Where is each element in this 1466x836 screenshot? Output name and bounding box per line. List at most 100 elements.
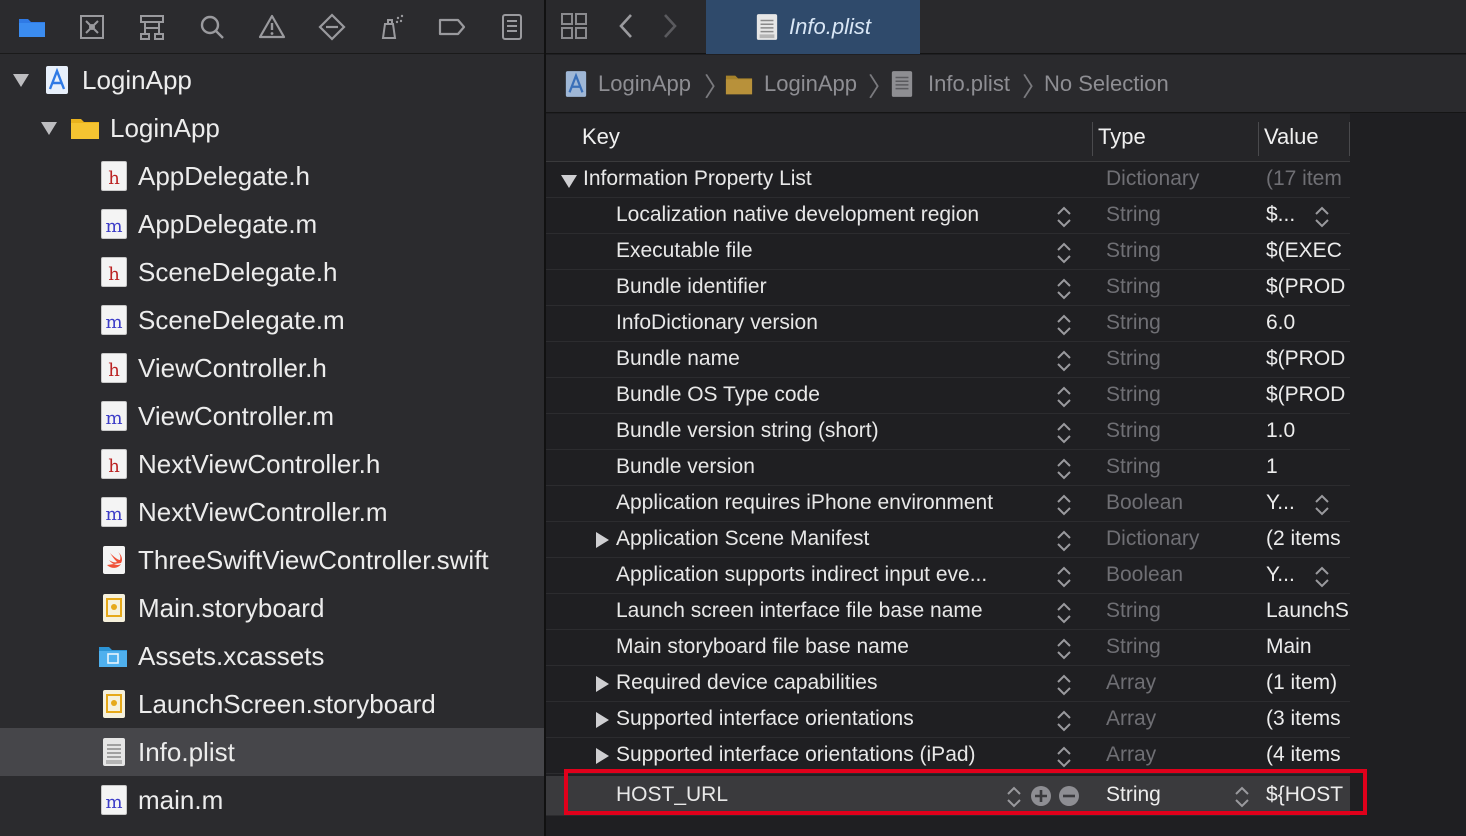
tree-item-file[interactable]: m main.m [0, 776, 544, 824]
table-row[interactable]: Bundle OS Type code String $(PROD [546, 378, 1350, 414]
column-divider[interactable] [1349, 122, 1350, 156]
disclosure-triangle-icon[interactable] [594, 747, 610, 765]
row-value[interactable]: $(PROD [1266, 382, 1350, 408]
tree-item-file[interactable]: m SceneDelegate.m [0, 296, 544, 344]
tab-info-plist[interactable]: Info.plist [706, 0, 920, 54]
table-row[interactable]: Launch screen interface file base name St… [546, 594, 1350, 630]
breakpoint-tag-icon[interactable] [434, 9, 470, 45]
key-stepper-icon[interactable] [1054, 240, 1074, 266]
tree-item-file-selected[interactable]: Info.plist [0, 728, 544, 776]
tree-item-file[interactable]: h ViewController.h [0, 344, 544, 392]
tree-item-file[interactable]: h AppDelegate.h [0, 152, 544, 200]
key-stepper-icon[interactable] [1054, 276, 1074, 302]
tree-item-label: NextViewController.m [138, 497, 388, 527]
row-value[interactable]: (2 items [1266, 526, 1350, 552]
value-stepper-icon[interactable] [1312, 564, 1332, 590]
related-items-grid-icon[interactable] [558, 10, 590, 42]
key-stepper-icon[interactable] [1054, 492, 1074, 518]
row-value[interactable]: (4 items [1266, 742, 1350, 768]
tree-item-group[interactable]: LoginApp [0, 104, 544, 152]
disclosure-triangle-icon[interactable] [594, 531, 610, 549]
table-row[interactable]: Bundle name String $(PROD [546, 342, 1350, 378]
table-row[interactable]: Application requires iPhone environment B… [546, 486, 1350, 522]
search-icon[interactable] [194, 9, 230, 45]
report-list-icon[interactable] [494, 9, 530, 45]
row-value[interactable]: LaunchS [1266, 598, 1350, 624]
value-stepper-icon[interactable] [1312, 204, 1332, 230]
tree-item-file[interactable]: h NextViewController.h [0, 440, 544, 488]
key-stepper-icon[interactable] [1054, 312, 1074, 338]
row-value[interactable]: Y... [1266, 562, 1350, 588]
key-stepper-icon[interactable] [1054, 600, 1074, 626]
key-stepper-icon[interactable] [1054, 204, 1074, 230]
key-stepper-icon[interactable] [1054, 708, 1074, 734]
tree-item-file[interactable]: m AppDelegate.m [0, 200, 544, 248]
table-row[interactable]: Supported interface orientations Array (3 … [546, 702, 1350, 738]
key-stepper-icon[interactable] [1054, 636, 1074, 662]
breadcrumb-selection[interactable]: No Selection [1044, 69, 1169, 99]
row-value[interactable]: Y... [1266, 490, 1350, 516]
table-row[interactable]: Localization native development region St… [546, 198, 1350, 234]
row-value[interactable]: $... [1266, 202, 1350, 228]
disclosure-triangle-icon[interactable] [594, 711, 610, 729]
disclosure-triangle-icon[interactable] [12, 71, 30, 89]
tree-item-file[interactable]: Assets.xcassets [0, 632, 544, 680]
test-diamond-icon[interactable] [314, 9, 350, 45]
disclosure-triangle-icon[interactable] [40, 119, 58, 137]
table-row[interactable]: Bundle identifier String $(PROD [546, 270, 1350, 306]
key-stepper-icon[interactable] [1054, 348, 1074, 374]
key-stepper-icon[interactable] [1054, 564, 1074, 590]
disclosure-triangle-icon[interactable] [560, 173, 578, 189]
table-row[interactable]: Main storyboard file base name String Main [546, 630, 1350, 666]
column-divider[interactable] [1092, 122, 1093, 156]
value-stepper-icon[interactable] [1312, 492, 1332, 518]
warning-icon[interactable] [254, 9, 290, 45]
key-stepper-icon[interactable] [1054, 456, 1074, 482]
source-control-icon[interactable] [74, 9, 110, 45]
tree-item-file[interactable]: h SceneDelegate.h [0, 248, 544, 296]
tree-item-file[interactable]: Main.storyboard [0, 584, 544, 632]
forward-chevron-icon[interactable] [658, 10, 682, 42]
row-value[interactable]: $(EXEC [1266, 238, 1350, 264]
tree-item-label: NextViewController.h [138, 449, 381, 479]
row-value[interactable]: $(PROD [1266, 346, 1350, 372]
table-row[interactable]: Bundle version String 1 [546, 450, 1350, 486]
debug-spray-icon[interactable] [374, 9, 410, 45]
key-stepper-icon[interactable] [1054, 420, 1074, 446]
key-stepper-icon[interactable] [1054, 672, 1074, 698]
tree-item-file[interactable]: LaunchScreen.storyboard [0, 680, 544, 728]
hierarchy-icon[interactable] [134, 9, 170, 45]
row-value[interactable]: (1 item) [1266, 670, 1350, 696]
table-row[interactable]: InfoDictionary version String 6.0 [546, 306, 1350, 342]
tree-item-file[interactable]: m ViewController.m [0, 392, 544, 440]
tree-item-file[interactable]: ThreeSwiftViewController.swift [0, 536, 544, 584]
breadcrumb-group[interactable]: LoginApp [724, 69, 857, 99]
breadcrumb-file[interactable]: Info.plist [890, 69, 1010, 99]
key-stepper-icon[interactable] [1054, 744, 1074, 770]
table-row[interactable]: Application supports indirect input eve.… [546, 558, 1350, 594]
column-header-type[interactable]: Type [1098, 124, 1146, 150]
table-row[interactable]: Executable file String $(EXEC [546, 234, 1350, 270]
breadcrumb-project[interactable]: LoginApp [564, 69, 691, 99]
row-value[interactable]: 1 [1266, 454, 1350, 480]
key-stepper-icon[interactable] [1054, 528, 1074, 554]
table-row[interactable]: Application Scene Manifest Dictionary (2 i… [546, 522, 1350, 558]
column-header-value[interactable]: Value [1264, 124, 1319, 150]
column-divider[interactable] [1258, 122, 1259, 156]
key-stepper-icon[interactable] [1054, 384, 1074, 410]
row-value[interactable]: 1.0 [1266, 418, 1350, 444]
row-key: Bundle OS Type code [616, 383, 820, 406]
table-row-root[interactable]: Information Property List Dictionary (17… [546, 162, 1350, 198]
back-chevron-icon[interactable] [614, 10, 638, 42]
row-value[interactable]: $(PROD [1266, 274, 1350, 300]
row-value[interactable]: 6.0 [1266, 310, 1350, 336]
tree-item-project[interactable]: LoginApp [0, 56, 544, 104]
tree-item-file[interactable]: m NextViewController.m [0, 488, 544, 536]
disclosure-triangle-icon[interactable] [594, 675, 610, 693]
column-header-key[interactable]: Key [582, 124, 620, 150]
table-row[interactable]: Bundle version string (short) String 1.0 [546, 414, 1350, 450]
folder-icon[interactable] [14, 9, 50, 45]
table-row[interactable]: Required device capabilities Array (1 item… [546, 666, 1350, 702]
row-value[interactable]: Main [1266, 634, 1350, 660]
row-value[interactable]: (3 items [1266, 706, 1350, 732]
